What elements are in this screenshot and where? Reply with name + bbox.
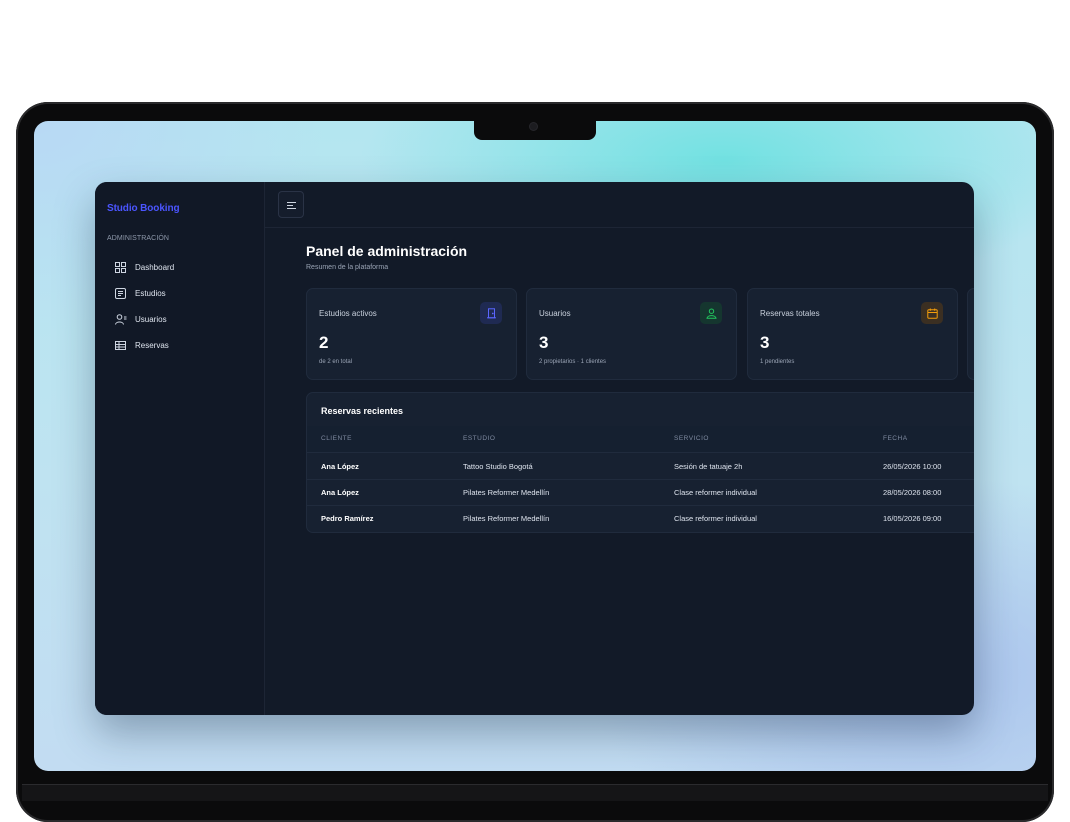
cell-servicio: Sesión de tatuaje 2h (674, 462, 743, 471)
sidebar-item-dashboard[interactable]: Dashboard (107, 254, 253, 280)
app-window: Studio Booking ADMINISTRACIÓN Dashboard … (95, 182, 974, 715)
table-row[interactable]: Ana López Pilates Reformer Medellín Clas… (307, 479, 974, 506)
section-label: ADMINISTRACIÓN (107, 235, 170, 242)
sidebar-item-estudios[interactable]: Estudios (107, 280, 253, 306)
cell-servicio: Clase reformer individual (674, 514, 757, 523)
stat-title: Reservas totales (760, 309, 820, 318)
camera-icon (530, 123, 537, 130)
stat-value: 3 (539, 333, 549, 352)
stat-card-usuarios: Usuarios 3 2 propietarios · 1 clientes (526, 288, 737, 380)
cell-servicio: Clase reformer individual (674, 488, 757, 497)
column-header-estudio: ESTUDIO (463, 435, 496, 442)
sidebar-nav: Dashboard Estudios Usuarios Reservas (107, 254, 253, 358)
sidebar-item-usuarios[interactable]: Usuarios (107, 306, 253, 332)
table-header: CLIENTE ESTUDIO SERVICIO FECHA (307, 426, 974, 453)
cell-estudio: Tattoo Studio Bogotá (463, 462, 533, 471)
stat-meta: de 2 en total (319, 359, 353, 365)
sidebar-item-reservas[interactable]: Reservas (107, 332, 253, 358)
sidebar-item-label: Dashboard (135, 262, 175, 272)
cell-fecha: 26/05/2026 10:00 (883, 462, 942, 471)
sidebar: Studio Booking ADMINISTRACIÓN Dashboard … (95, 182, 265, 715)
door-icon (480, 302, 502, 324)
cell-cliente: Ana López (321, 488, 359, 497)
camera-notch (474, 121, 596, 140)
menu-icon (286, 196, 296, 214)
stat-card-reservas: Reservas totales 3 1 pendientes (747, 288, 958, 380)
sidebar-item-label: Estudios (135, 288, 166, 298)
sidebar-item-label: Reservas (135, 340, 169, 350)
laptop-base (22, 784, 1048, 801)
stat-title: Usuarios (539, 309, 571, 318)
column-header-fecha: FECHA (883, 435, 908, 442)
stat-meta: 1 pendientes (760, 359, 795, 365)
cell-fecha: 28/05/2026 08:00 (883, 488, 942, 497)
cell-fecha: 16/05/2026 09:00 (883, 514, 942, 523)
grid-icon (114, 261, 127, 274)
stat-card-estudios: Estudios activos 2 de 2 en total (306, 288, 517, 380)
top-bar (265, 182, 974, 228)
brand-logo[interactable]: Studio Booking (107, 203, 180, 214)
column-header-cliente: CLIENTE (321, 435, 352, 442)
stat-title: Estudios activos (319, 309, 377, 318)
table-row[interactable]: Ana López Tattoo Studio Bogotá Sesión de… (307, 453, 974, 480)
cell-cliente: Ana López (321, 462, 359, 471)
page-title: Panel de administración (306, 243, 468, 259)
stat-card-partial (967, 288, 974, 380)
list-box-icon (114, 287, 127, 300)
user-icon (700, 302, 722, 324)
stat-value: 2 (319, 333, 329, 352)
sidebar-item-label: Usuarios (135, 314, 167, 324)
table-icon (114, 339, 127, 352)
menu-toggle-button[interactable] (278, 191, 304, 218)
calendar-icon (921, 302, 943, 324)
table-title: Reservas recientes (321, 406, 404, 416)
column-header-servicio: SERVICIO (674, 435, 709, 442)
cell-estudio: Pilates Reformer Medellín (463, 514, 550, 523)
page-subtitle: Resumen de la plataforma (306, 264, 389, 271)
stat-value: 3 (760, 333, 770, 352)
users-icon (114, 313, 127, 326)
cell-estudio: Pilates Reformer Medellín (463, 488, 550, 497)
stat-meta: 2 propietarios · 1 clientes (539, 359, 607, 365)
table-row[interactable]: Pedro Ramírez Pilates Reformer Medellín … (307, 505, 974, 531)
recent-bookings-table: Reservas recientes CLIENTE ESTUDIO SERVI… (306, 392, 974, 533)
cell-cliente: Pedro Ramírez (321, 514, 374, 523)
